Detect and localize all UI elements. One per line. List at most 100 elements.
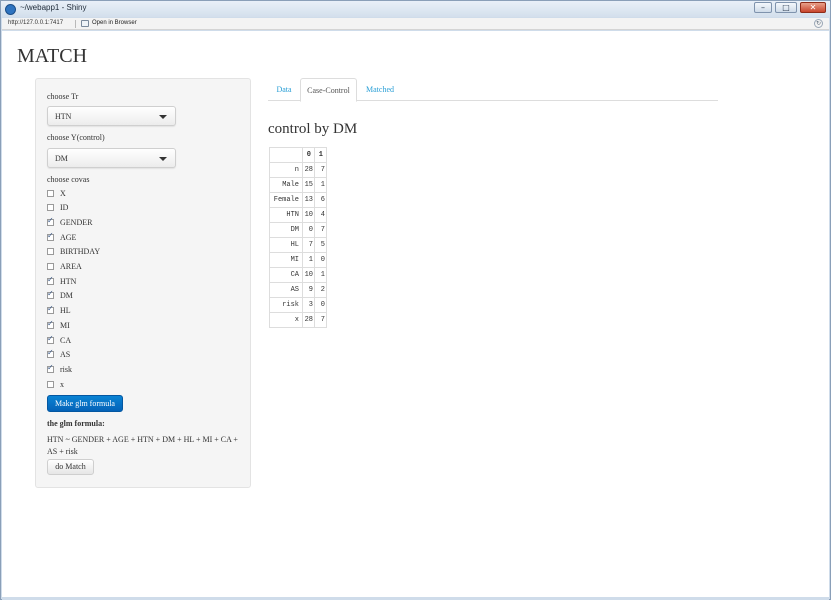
checkbox-label: HTN — [60, 276, 77, 286]
value-cell: 1 — [314, 267, 327, 283]
checkbox-row-ca[interactable]: CA — [47, 334, 71, 346]
section-title: control by DM — [268, 121, 358, 137]
row-name-cell: Male — [269, 177, 303, 193]
checkbox[interactable] — [47, 304, 54, 315]
open-in-browser-link[interactable]: Open in Browser — [92, 20, 137, 26]
value-cell: 7 — [314, 162, 327, 178]
checkbox-row-x-lower[interactable]: x — [47, 378, 64, 390]
table-row: CA 10 1 — [269, 267, 327, 283]
separator — [75, 20, 76, 28]
checkbox[interactable] — [47, 334, 54, 344]
summary-table: 0 1 n 28 7 Male 15 1 Female 13 6 HTN 10 4 DM 0 7 HL 7 5 MI… — [269, 147, 327, 328]
checkbox-label: X — [60, 188, 66, 198]
checkbox[interactable] — [47, 348, 54, 359]
minimize-button[interactable]: – — [754, 2, 772, 13]
checkbox[interactable] — [47, 275, 54, 285]
browser-icon[interactable] — [81, 20, 89, 27]
checkbox-label: AGE — [60, 232, 77, 242]
sidebar-panel: choose Tr HTN choose Y(control) DM choos… — [35, 78, 251, 488]
value-cell: 28 — [302, 162, 315, 178]
checkbox-row-as[interactable]: AS — [47, 348, 70, 361]
checkbox[interactable] — [47, 289, 54, 300]
value-cell: 1 — [302, 252, 315, 268]
value-cell: 0 — [314, 297, 327, 313]
checkbox[interactable] — [47, 319, 54, 329]
checkbox-row-mi[interactable]: MI — [47, 319, 70, 331]
table-row: risk 3 0 — [269, 297, 327, 313]
checkbox-label: risk — [60, 364, 72, 374]
checkbox[interactable] — [47, 363, 54, 373]
checkbox[interactable] — [47, 231, 54, 241]
tr-label: choose Tr — [47, 92, 79, 101]
column-header: 1 — [314, 147, 327, 163]
table-row: Female 13 6 — [269, 192, 327, 208]
value-cell: 7 — [302, 237, 315, 253]
checkbox-label: HL — [60, 306, 71, 316]
caret-down-icon — [159, 157, 167, 161]
checkbox-row-risk[interactable]: risk — [47, 363, 72, 375]
checkbox[interactable] — [47, 216, 54, 226]
table-corner-cell — [269, 147, 303, 163]
row-name-cell: DM — [269, 222, 303, 238]
table-row: DM 0 7 — [269, 222, 327, 238]
checkbox-label: AREA — [60, 262, 82, 271]
window-title: ~/webapp1 - Shiny — [20, 3, 87, 12]
column-header: 0 — [302, 147, 315, 163]
checkbox-row-gender[interactable]: GENDER — [47, 216, 92, 228]
checkbox-row-dm[interactable]: DM — [47, 289, 73, 302]
tr-select-value: HTN — [55, 112, 72, 121]
checkbox-label: DM — [60, 291, 73, 301]
value-cell: 13 — [302, 192, 315, 208]
covas-label: choose covas — [47, 175, 90, 184]
restore-button[interactable]: □ — [775, 2, 797, 13]
checkbox-label: MI — [60, 320, 70, 330]
make-glm-formula-button[interactable]: Make glm formula — [47, 395, 123, 412]
row-name-cell: risk — [269, 297, 303, 313]
value-cell: 1 — [314, 177, 327, 193]
value-cell: 0 — [314, 252, 327, 268]
tab-bar: Data Case-Control Matched — [268, 78, 718, 102]
do-match-button[interactable]: do Match — [47, 459, 94, 475]
checkbox-row-birthday[interactable]: BIRTHDAY — [47, 246, 100, 258]
checkbox-row-age[interactable]: AGE — [47, 231, 76, 243]
formula-text: HTN ~ GENDER + AGE + HTN + DM + HL + MI … — [47, 435, 238, 456]
y-label: choose Y(control) — [47, 133, 105, 142]
checkbox-row-hl[interactable]: HL — [47, 304, 71, 317]
value-cell: 9 — [302, 282, 315, 298]
checkbox[interactable] — [47, 263, 54, 270]
value-cell: 15 — [302, 177, 315, 193]
page-content: MATCH choose Tr HTN choose Y(control) DM… — [2, 31, 829, 597]
checkbox-row-htn[interactable]: HTN — [47, 275, 76, 287]
row-name-cell: MI — [269, 252, 303, 268]
value-cell: 2 — [314, 282, 327, 298]
checkbox[interactable] — [47, 248, 54, 256]
value-cell: 6 — [314, 192, 327, 208]
url-text[interactable]: http://127.0.0.1:7417 — [8, 20, 63, 26]
close-button[interactable]: ✕ — [800, 2, 826, 13]
checkbox-row-area[interactable]: AREA — [47, 261, 82, 273]
checkbox-row-id[interactable]: ID — [47, 202, 68, 214]
checkbox[interactable] — [47, 380, 54, 388]
tab-data[interactable]: Data — [268, 78, 300, 101]
value-cell: 7 — [314, 312, 327, 328]
row-name-cell: CA — [269, 267, 303, 283]
tab-case-control[interactable]: Case-Control — [300, 78, 357, 102]
y-select[interactable]: DM — [47, 148, 176, 168]
checkbox-row-x[interactable]: X — [47, 187, 66, 199]
checkbox[interactable] — [47, 189, 54, 197]
table-row: n 28 7 — [269, 162, 327, 178]
rstudio-icon — [5, 4, 16, 15]
refresh-icon[interactable]: ↻ — [814, 19, 823, 28]
value-cell: 4 — [314, 207, 327, 223]
value-cell: 0 — [302, 222, 315, 238]
row-name-cell: AS — [269, 282, 303, 298]
table-row: MI 1 0 — [269, 252, 327, 268]
checkbox-label: CA — [60, 335, 72, 345]
checkbox[interactable] — [47, 204, 54, 212]
tab-matched[interactable]: Matched — [358, 78, 402, 101]
tr-select[interactable]: HTN — [47, 106, 176, 126]
checkbox-label: BIRTHDAY — [60, 247, 101, 257]
value-cell: 5 — [314, 237, 327, 253]
checkbox-label: GENDER — [60, 217, 93, 227]
value-cell: 10 — [302, 267, 315, 283]
